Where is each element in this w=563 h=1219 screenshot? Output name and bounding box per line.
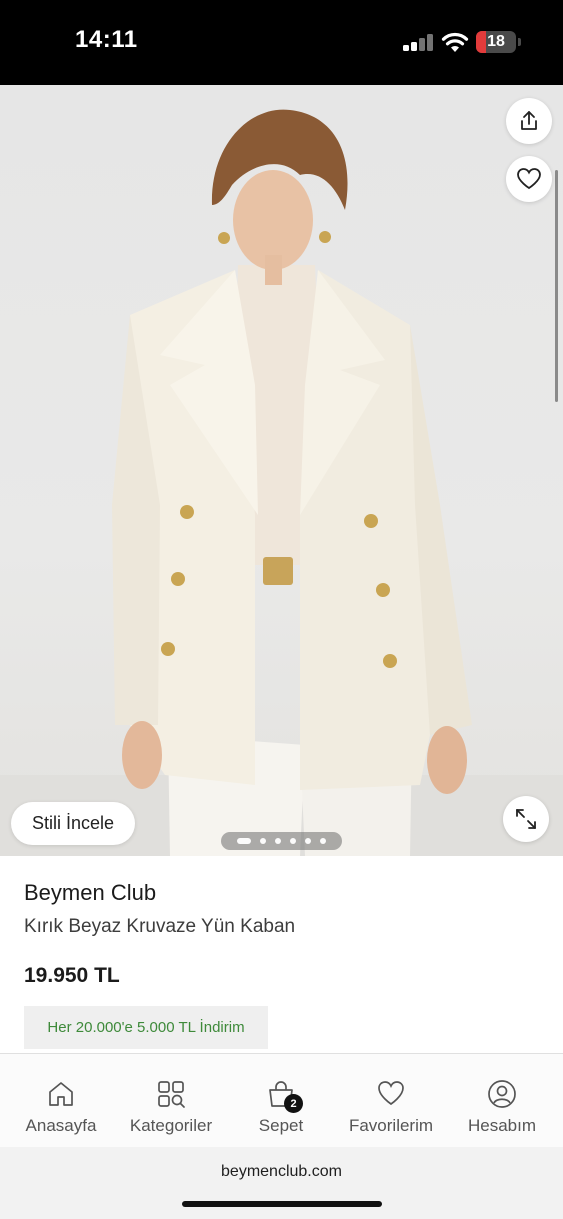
nav-label-favorites: Favorilerim — [348, 1116, 434, 1135]
home-icon — [46, 1079, 76, 1109]
cart-icon: 2 — [266, 1079, 303, 1113]
pager-dot[interactable] — [320, 838, 326, 844]
nav-item-home[interactable]: Anasayfa — [18, 1054, 104, 1148]
brand-name[interactable]: Beymen Club — [24, 880, 156, 906]
product-name: Kırık Beyaz Kruvaze Yün Kaban — [24, 916, 296, 937]
signal-icon — [403, 32, 433, 51]
nav-label-account: Hesabım — [467, 1116, 537, 1135]
nav-item-account[interactable]: Hesabım — [460, 1054, 544, 1148]
status-bar: 14:11 18 — [0, 0, 563, 85]
heart-icon — [376, 1079, 406, 1109]
cart-badge: 2 — [284, 1094, 303, 1113]
pager-dot[interactable] — [275, 838, 281, 844]
bottom-navigation: Anasayfa Kategoriler 2 Sepet Favorilerim… — [0, 1053, 563, 1147]
status-time: 14:11 — [75, 26, 138, 53]
share-button[interactable] — [506, 98, 552, 144]
image-scrollbar — [555, 170, 558, 402]
share-icon — [521, 111, 537, 130]
heart-icon — [517, 168, 541, 190]
home-indicator[interactable] — [182, 1201, 382, 1207]
nav-item-cart[interactable]: 2 Sepet — [241, 1054, 321, 1148]
nav-label-home: Anasayfa — [25, 1116, 97, 1135]
image-pager[interactable] — [221, 832, 342, 850]
style-button[interactable]: Stili İncele — [11, 802, 135, 845]
battery-level: 18 — [487, 33, 505, 50]
promo-badge[interactable]: Her 20.000'e 5.000 TL İndirim — [24, 1006, 268, 1049]
wifi-icon — [441, 31, 469, 53]
expand-icon — [516, 809, 536, 829]
pager-dot[interactable] — [290, 838, 296, 844]
nav-item-favorites[interactable]: Favorilerim — [341, 1054, 441, 1148]
browser-address-bar[interactable]: beymenclub.com — [0, 1147, 563, 1219]
categories-icon — [156, 1079, 186, 1109]
battery-icon: 18 — [476, 31, 516, 53]
favorite-button[interactable] — [506, 156, 552, 202]
nav-item-categories[interactable]: Kategoriler — [121, 1054, 221, 1148]
product-price: 19.950 TL — [24, 964, 120, 987]
product-photo[interactable] — [0, 85, 563, 856]
pager-dot[interactable] — [260, 838, 266, 844]
account-icon — [487, 1079, 517, 1109]
pager-dot-active[interactable] — [237, 838, 251, 844]
nav-label-categories: Kategoriler — [129, 1116, 213, 1135]
url-text[interactable]: beymenclub.com — [0, 1163, 563, 1181]
expand-button[interactable] — [503, 796, 549, 842]
pager-dot[interactable] — [305, 838, 311, 844]
nav-label-cart: Sepet — [258, 1116, 304, 1135]
